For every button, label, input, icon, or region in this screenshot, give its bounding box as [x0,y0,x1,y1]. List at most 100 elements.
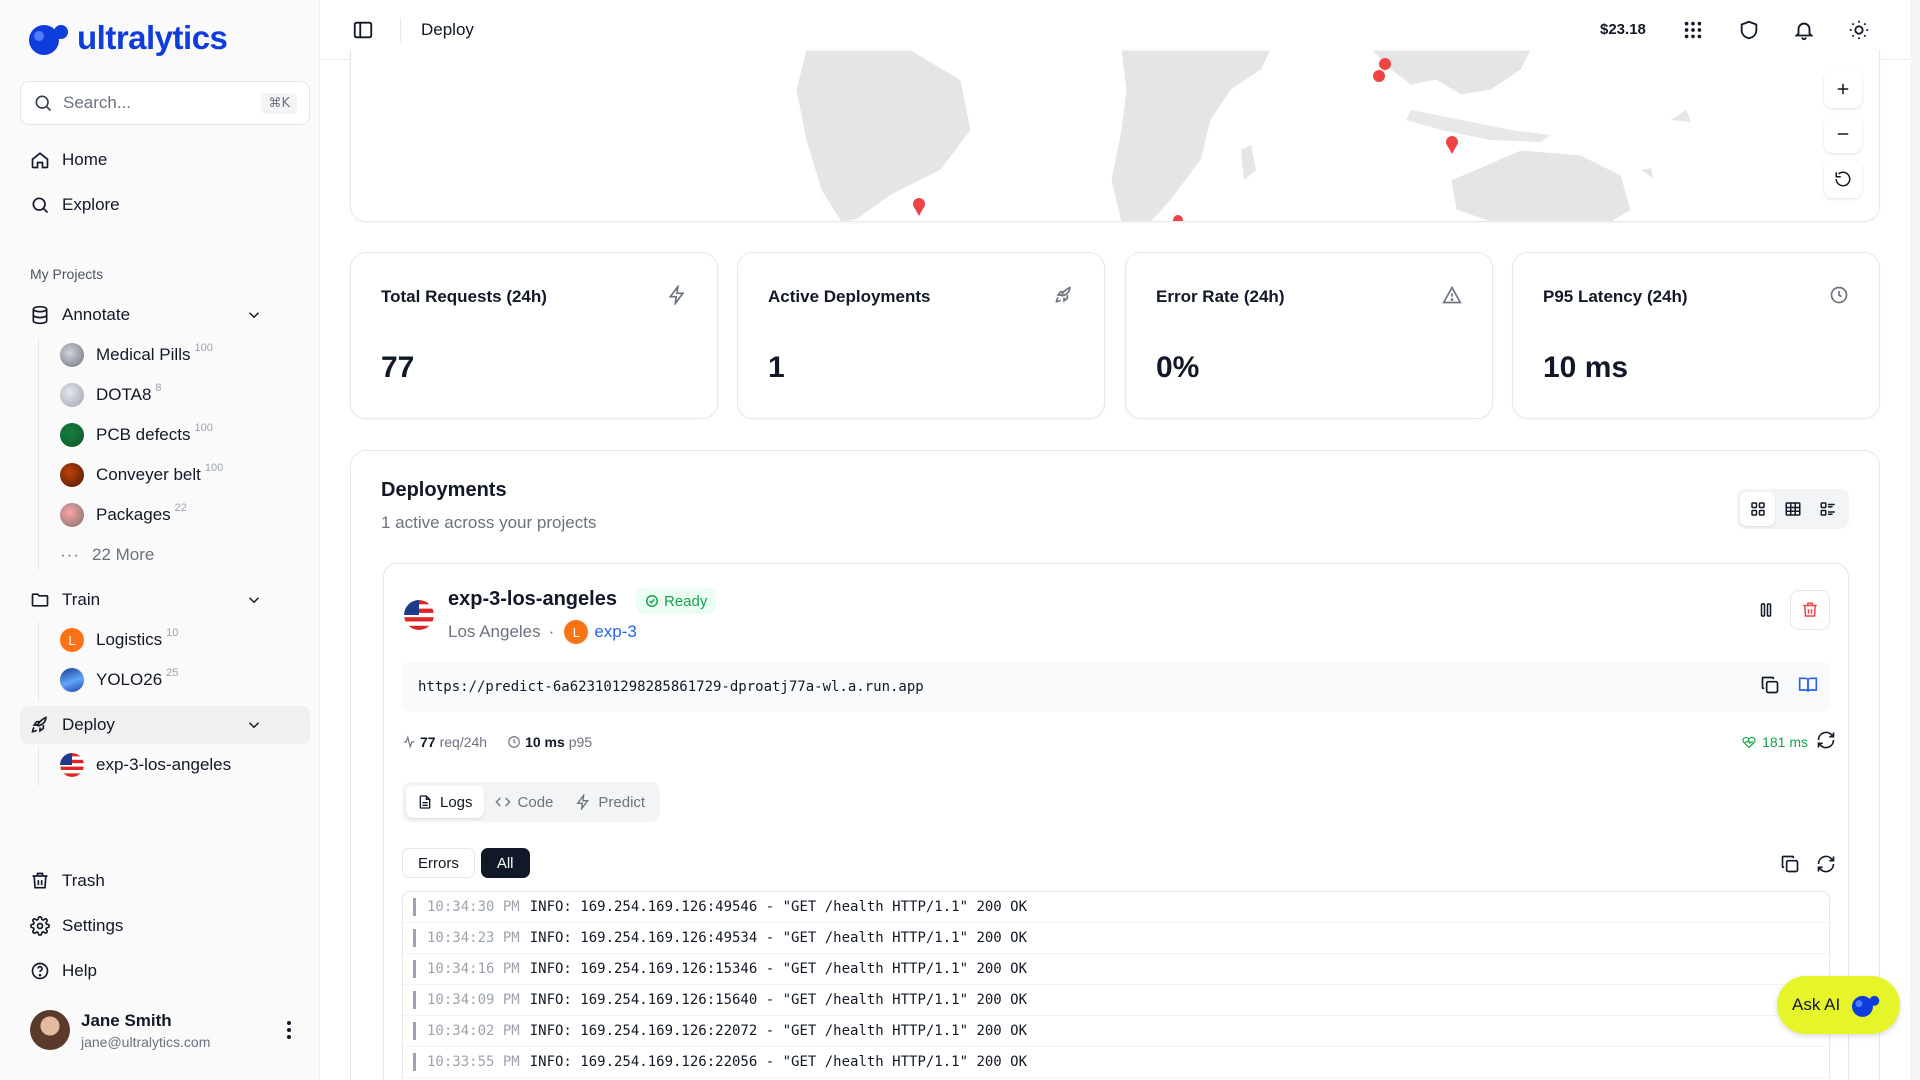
user-profile[interactable]: Jane Smith jane@ultralytics.com [30,1010,210,1050]
copy-icon[interactable] [1780,854,1800,874]
sidebar-item-label: Explore [62,195,120,214]
us-flag-icon [60,753,84,777]
search-shortcut: ⌘K [261,92,297,114]
sidebar-item-deploy[interactable]: Deploy [20,706,310,744]
apps-grid-icon[interactable] [1682,19,1704,41]
delete-button[interactable] [1790,590,1830,630]
tab-predict[interactable]: Predict [564,786,656,818]
project-count: 100 [204,462,224,474]
project-label: DOTA8 [96,385,152,404]
project-link[interactable]: exp-3 [594,622,637,642]
file-text-icon [419,795,431,809]
sidebar-item-home[interactable]: Home [20,141,310,179]
copy-icon[interactable] [1760,675,1780,695]
tab-code[interactable]: Code [484,786,565,818]
project-thumbnail [60,463,84,487]
tree-line [38,622,39,702]
stat-value: 10 ms [1543,351,1629,384]
stat-error-rate: Error Rate (24h) 0% [1125,252,1493,419]
activity-icon [403,735,415,749]
log-time: 10:33:55 PM [427,1054,520,1070]
bell-icon[interactable] [1793,19,1815,41]
project-thumbnail [60,383,84,407]
plus-icon [1837,83,1849,95]
tab-logs[interactable]: Logs [406,786,484,818]
stat-p95-latency: P95 Latency (24h) 10 ms [1512,252,1880,419]
log-line: 10:34:02 PM INFO: 169.254.169.126:22072 -… [403,1016,1829,1047]
sidebar-item-trash[interactable]: Trash [20,862,310,900]
endpoint-url-text: https://predict-6a623101298285861729-dpr… [418,679,924,695]
project-chip: L [60,628,84,652]
log-message: INFO: 169.254.169.126:15640 - "GET /heal… [529,992,1028,1008]
stat-value: 1 [768,351,785,384]
map-marker [1446,136,1458,154]
project-medical-pills[interactable]: Medical Pills 100 [60,338,213,372]
user-name: Jane Smith [81,1010,172,1030]
chevron-down-icon[interactable] [245,716,263,734]
bolt-icon [668,285,685,305]
log-message: INFO: 169.254.169.126:22056 - "GET /heal… [529,1054,1028,1070]
section-subtitle: 1 active across your projects [381,513,597,532]
pause-button[interactable] [1746,590,1786,630]
refresh-icon[interactable] [1816,854,1836,874]
filter-all-button[interactable]: All [480,848,530,878]
zoom-in-button[interactable] [1824,70,1862,108]
refresh-icon[interactable] [1816,730,1836,750]
deployment-card: exp-3-los-angeles Ready Los Angeles · L … [383,563,1849,1080]
brand-name: ultralytics [77,19,228,56]
sun-icon[interactable] [1848,19,1870,41]
stat-label: P95 Latency (24h) [1543,287,1688,306]
shield-icon[interactable] [1738,19,1760,41]
credit-balance[interactable]: $23.18 [1600,21,1646,38]
chevron-down-icon[interactable] [245,591,263,609]
brand-logo[interactable]: ultralytics [27,18,228,58]
table-view-button[interactable] [1775,492,1810,526]
sidebar-item-label: Deploy [62,715,115,734]
sidebar-item-explore[interactable]: Explore [20,186,310,224]
log-actions [1780,854,1836,874]
page-title: Deploy [421,20,474,39]
more-vertical-icon[interactable] [286,1020,292,1040]
ultralytics-logo-icon [29,25,68,55]
sidebar-toggle-icon[interactable] [352,19,374,41]
log-level-bar [413,929,416,947]
health-latency: 181 ms [1762,734,1808,750]
show-more-projects[interactable]: ··· 22 More [60,538,154,572]
project-pcb-defects[interactable]: PCB defects 100 [60,418,213,452]
log-viewer[interactable]: 10:34:30 PM INFO: 169.254.169.126:49546 -… [402,891,1830,1080]
sidebar-item-help[interactable]: Help [20,952,310,990]
search-input[interactable]: Search... ⌘K [20,81,310,125]
latency-value: 10 ms [525,734,565,750]
card-view-button[interactable] [1740,492,1775,526]
list-view-button[interactable] [1810,492,1845,526]
project-yolo26[interactable]: YOLO26 25 [60,663,178,697]
sidebar-item-settings[interactable]: Settings [20,907,310,945]
log-time: 10:34:16 PM [427,961,520,977]
sidebar-item-train[interactable]: Train [20,581,310,619]
section-title: Deployments [381,479,507,501]
deployment-name[interactable]: exp-3-los-angeles [448,588,617,611]
tab-label: Code [517,793,554,811]
reset-view-button[interactable] [1824,160,1862,198]
project-packages[interactable]: Packages 22 [60,498,187,532]
log-time: 10:34:30 PM [427,899,520,915]
help-icon [31,962,49,980]
zoom-out-button[interactable] [1824,115,1862,153]
sidebar-item-label: Home [62,150,108,169]
log-message: INFO: 169.254.169.126:22072 - "GET /heal… [529,1023,1028,1039]
project-dota8[interactable]: DOTA8 8 [60,378,162,412]
heart-pulse-icon [1742,736,1756,749]
stat-total-requests: Total Requests (24h) 77 [350,252,718,419]
deployment-exp-3-los-angeles[interactable]: exp-3-los-angeles [60,748,231,782]
endpoint-url[interactable]: https://predict-6a623101298285861729-dpr… [402,662,1830,712]
project-logistics[interactable]: L Logistics 10 [60,623,178,657]
project-count: 8 [155,382,162,394]
filter-errors-button[interactable]: Errors [402,848,475,878]
sidebar-item-annotate[interactable]: Annotate [20,296,310,334]
scrollbar-track[interactable] [1910,0,1920,1080]
project-conveyer-belt[interactable]: Conveyer belt 100 [60,458,223,492]
book-open-icon[interactable] [1798,675,1818,695]
deployment-map[interactable] [350,50,1880,222]
ask-ai-button[interactable]: Ask AI [1777,976,1900,1034]
chevron-down-icon[interactable] [245,306,263,324]
